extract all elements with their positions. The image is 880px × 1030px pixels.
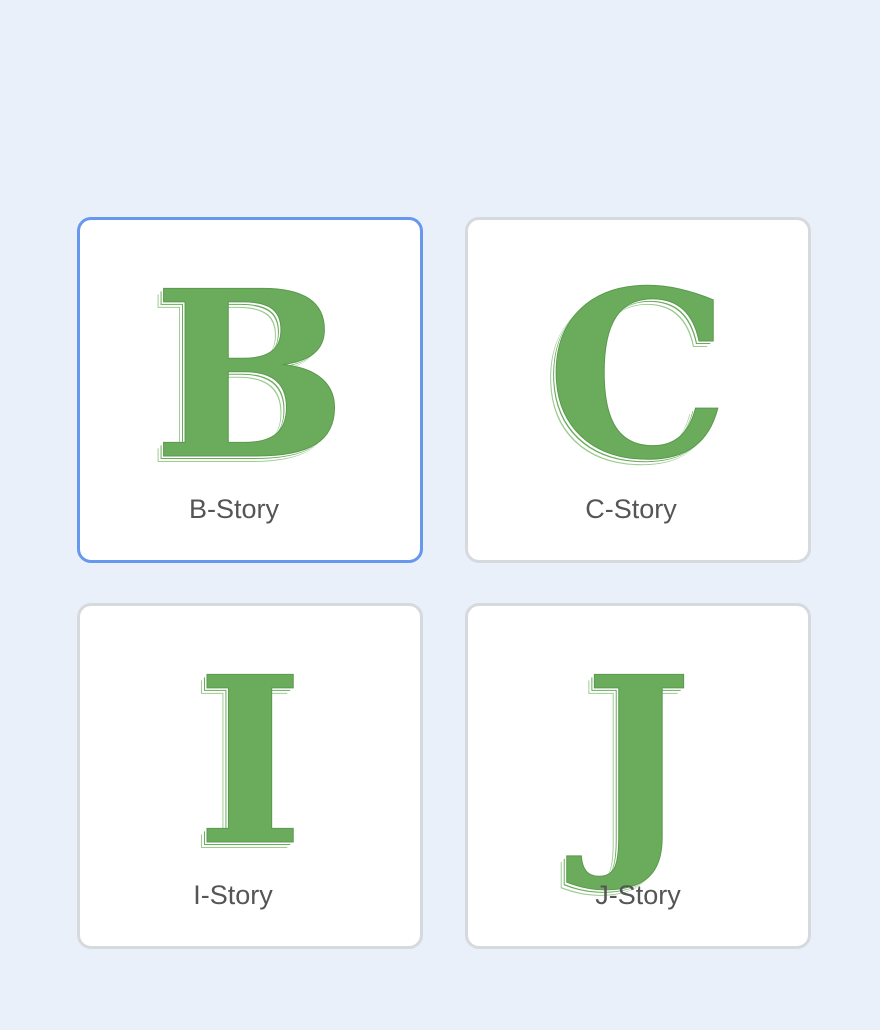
letter-i-icon: I xyxy=(196,627,305,897)
story-label-c: C-Story xyxy=(585,494,677,524)
story-card-c[interactable]: C C-Story xyxy=(465,217,811,563)
story-label-j: J-Story xyxy=(595,880,681,910)
story-card-j[interactable]: J J-Story xyxy=(465,603,811,949)
story-card-i[interactable]: I I-Story xyxy=(77,603,423,949)
story-card-b[interactable]: B B-Story xyxy=(77,217,423,563)
story-label-b: B-Story xyxy=(188,494,280,524)
letter-j-icon: J xyxy=(583,627,693,897)
letter-c-icon: C xyxy=(546,241,730,511)
story-label-i: I-Story xyxy=(193,880,273,910)
letter-b-icon: B xyxy=(152,241,348,511)
